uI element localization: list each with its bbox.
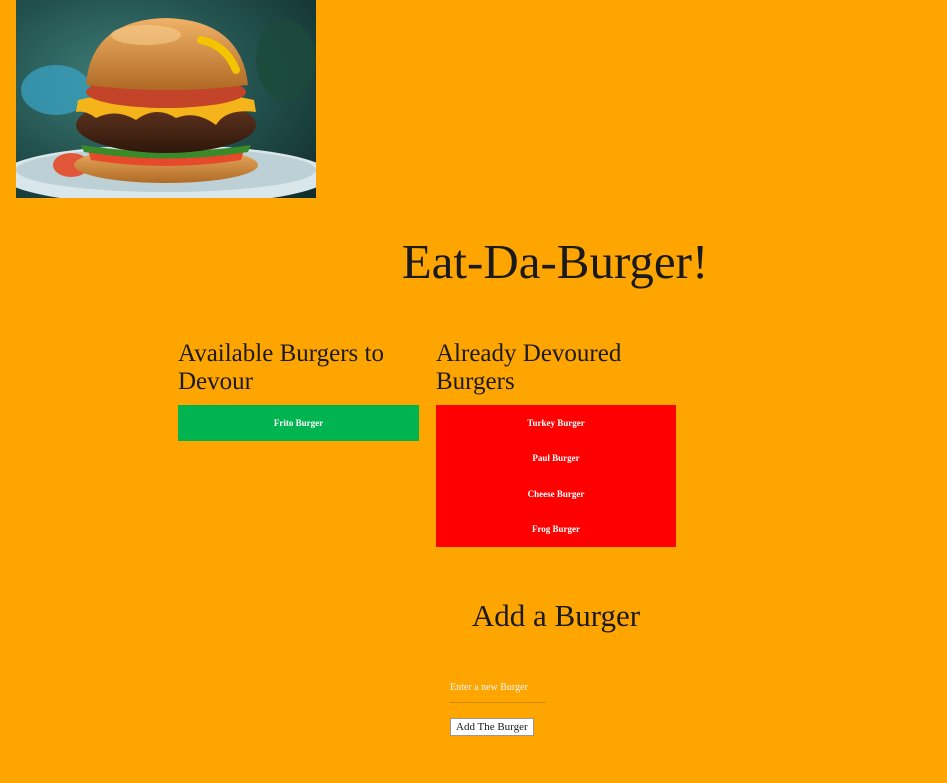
add-burger-heading: Add a Burger [471, 598, 641, 633]
devoured-burger-button[interactable]: Cheese Burger [436, 476, 676, 512]
burger-photo [16, 0, 316, 198]
devoured-burgers-column: Already Devoured Burgers Turkey Burger Pa… [436, 338, 676, 547]
available-burgers-column: Available Burgers to Devour Frito Burger [178, 338, 419, 441]
devoured-burgers-list: Turkey Burger Paul Burger Cheese Burger Fro… [436, 405, 676, 547]
devoured-burger-button[interactable]: Paul Burger [436, 440, 676, 476]
devoured-burger-button[interactable]: Frog Burger [436, 511, 676, 547]
available-burgers-heading: Available Burgers to Devour [178, 340, 384, 395]
devoured-burgers-heading: Already Devoured Burgers [436, 340, 622, 395]
devoured-burger-button[interactable]: Turkey Burger [436, 405, 676, 441]
add-burger-button[interactable]: Add The Burger [450, 718, 534, 736]
new-burger-input[interactable] [450, 672, 546, 703]
add-burger-form: Add The Burger [450, 672, 546, 736]
available-burgers-list: Frito Burger [178, 405, 419, 441]
page-title: Eat-Da-Burger! [401, 234, 709, 289]
available-burger-button[interactable]: Frito Burger [178, 405, 419, 441]
